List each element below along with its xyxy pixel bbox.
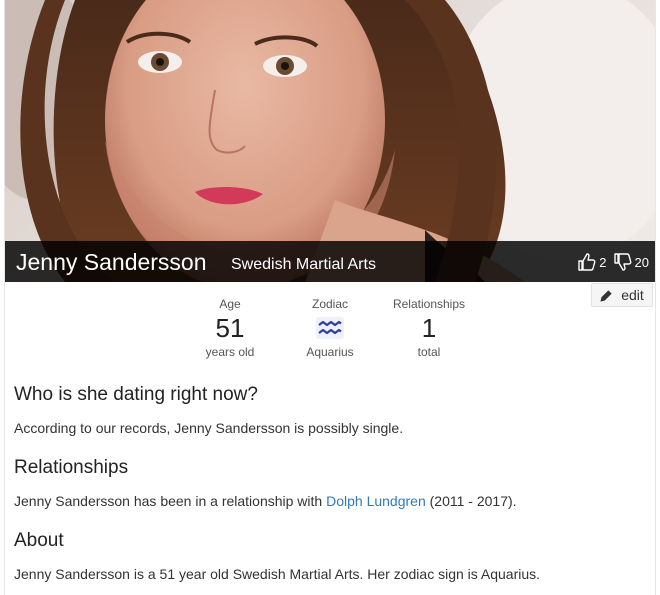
relationships-text: Jenny Sandersson has been in a relations…	[14, 493, 644, 509]
section-about: About Jenny Sandersson is a 51 year old …	[14, 530, 644, 582]
stats-row: Age 51 years old Zodiac Aquarius Relatio…	[0, 296, 660, 366]
about-heading: About	[14, 530, 64, 551]
vote-group: 2 20	[571, 252, 649, 272]
like-count: 2	[599, 254, 607, 270]
relationships-sub: total	[417, 345, 441, 359]
profile-occupation: Swedish Martial Arts	[231, 256, 376, 273]
thumbs-down-icon	[613, 253, 631, 271]
thumbs-up-icon	[578, 253, 596, 271]
about-text: Jenny Sandersson is a 51 year old Swedis…	[14, 566, 541, 582]
profile-photo-image	[5, 0, 655, 282]
dislike-count: 20	[634, 254, 649, 270]
dating-heading: Who is she dating right now?	[14, 384, 258, 405]
relationships-label: Relationships	[392, 297, 466, 311]
dislike-button[interactable]: 20	[613, 252, 649, 272]
relationships-text-before: Jenny Sandersson has been in a relations…	[14, 493, 327, 509]
stat-relationships: Relationships 1 total	[369, 296, 489, 360]
relationships-text-after: (2011 - 2017).	[425, 493, 517, 509]
name-bar: Jenny Sandersson Swedish Martial Arts 2 …	[5, 241, 655, 282]
section-dating: Who is she dating right now? According t…	[14, 384, 644, 436]
profile-photo: Jenny Sandersson Swedish Martial Arts 2 …	[5, 0, 655, 282]
like-button[interactable]: 2	[577, 252, 607, 272]
section-relationships: Relationships Jenny Sandersson has been …	[14, 457, 644, 509]
partner-link[interactable]: Dolph Lundgren	[326, 493, 426, 509]
profile-name: Jenny Sandersson	[16, 249, 207, 275]
relationships-value: 1	[421, 313, 437, 343]
relationships-heading: Relationships	[14, 457, 129, 478]
dating-text: According to our records, Jenny Sanderss…	[14, 420, 404, 436]
aquarius-icon	[316, 317, 344, 339]
